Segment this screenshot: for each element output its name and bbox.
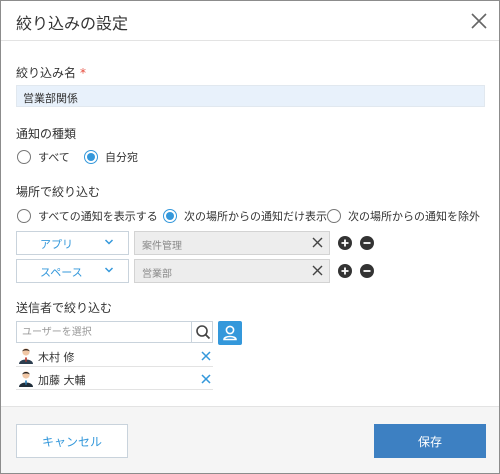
sender-filter-label: 送信者で絞り込む [16, 301, 113, 315]
dialog-footer: キャンセル 保存 [1, 406, 499, 473]
radio-only-from-circle[interactable] [163, 209, 177, 223]
location-type-space-label: スペース [40, 266, 83, 279]
location-value-space-text: 営業部 [142, 269, 172, 280]
minus-circle-icon [363, 242, 371, 244]
search-icon [196, 325, 211, 340]
filter-name-label: 絞り込み名 * [16, 64, 86, 81]
location-value-app-text: 案件管理 [142, 241, 182, 252]
plus-circle-icon [341, 239, 349, 247]
add-row-button[interactable] [338, 236, 352, 250]
location-type-select-space[interactable]: スペース [16, 259, 129, 283]
avatar-icon [18, 347, 34, 364]
radio-mine-label: 自分宛 [105, 151, 138, 164]
save-button[interactable]: 保存 [374, 424, 486, 458]
radio-all-circle[interactable] [17, 150, 31, 164]
search-button[interactable] [191, 322, 213, 342]
radio-show-all[interactable]: すべての通知を表示する [17, 208, 158, 224]
minus-circle-icon [363, 270, 371, 272]
user-name: 木村 修 [38, 351, 75, 364]
location-filter-label: 場所で絞り込む [16, 185, 101, 199]
close-icon[interactable] [469, 11, 489, 31]
radio-show-all-circle[interactable] [17, 209, 31, 223]
filter-name-input[interactable]: 営業部関係 [16, 85, 485, 107]
radio-exclude-from[interactable]: 次の場所からの通知を除外 [327, 208, 480, 224]
user-icon [223, 325, 237, 341]
radio-exclude-from-label: 次の場所からの通知を除外 [348, 210, 480, 223]
remove-row-button[interactable] [360, 264, 374, 278]
cancel-button[interactable]: キャンセル [16, 424, 128, 458]
radio-all[interactable]: すべて [17, 149, 70, 165]
avatar-icon [18, 370, 34, 387]
user-search-box [16, 321, 213, 343]
radio-only-from-label: 次の場所からの通知だけ表示 [184, 210, 327, 223]
plus-circle-icon [341, 267, 349, 275]
remove-user-icon[interactable] [201, 350, 211, 361]
remove-user-icon[interactable] [201, 373, 211, 384]
location-value-field-space[interactable]: 営業部 [134, 259, 330, 283]
remove-row-button[interactable] [360, 236, 374, 250]
location-type-select-app[interactable]: アプリ [16, 231, 129, 255]
user-search-input[interactable] [17, 322, 189, 342]
radio-exclude-from-circle[interactable] [327, 209, 341, 223]
clear-icon[interactable] [311, 264, 324, 277]
user-name: 加藤 大輔 [38, 374, 86, 387]
clear-icon[interactable] [311, 236, 324, 249]
filter-name-label-text: 絞り込み名 [16, 66, 77, 80]
notification-type-label: 通知の種類 [16, 127, 77, 141]
location-type-app-label: アプリ [40, 238, 73, 251]
filter-settings-dialog: 絞り込みの設定 絞り込み名 * 営業部関係 通知の種類 すべて 自分宛 場所で絞り… [0, 0, 500, 474]
user-picker-button[interactable] [218, 321, 242, 345]
radio-all-label: すべて [38, 151, 70, 164]
selected-user-row: 木村 修 [16, 345, 213, 367]
radio-mine[interactable]: 自分宛 [84, 149, 138, 165]
chevron-down-icon [104, 265, 114, 275]
required-mark: * [80, 66, 87, 80]
chevron-down-icon [104, 237, 114, 247]
radio-only-from[interactable]: 次の場所からの通知だけ表示 [163, 208, 327, 224]
dialog-header: 絞り込みの設定 [1, 1, 499, 41]
dialog-title: 絞り込みの設定 [16, 14, 129, 33]
add-row-button[interactable] [338, 264, 352, 278]
radio-show-all-label: すべての通知を表示する [38, 210, 158, 223]
location-value-field-app[interactable]: 案件管理 [134, 231, 330, 255]
selected-user-row: 加藤 大輔 [16, 368, 213, 390]
radio-mine-circle[interactable] [84, 150, 98, 164]
